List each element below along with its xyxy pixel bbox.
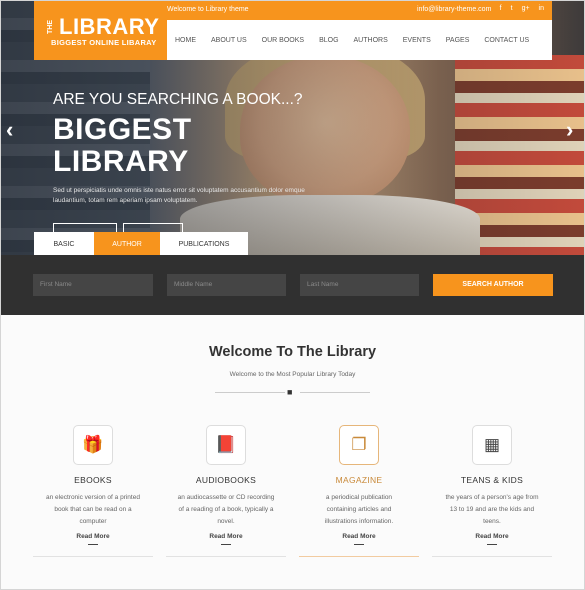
read-more-link[interactable]: Read More bbox=[166, 533, 286, 540]
category-description: the years of a person's age from 13 to 19… bbox=[445, 494, 539, 525]
twitter-icon[interactable]: t bbox=[511, 5, 513, 12]
calculator-icon: ▦ bbox=[472, 425, 512, 465]
hero-headline-line-1: BIGGEST bbox=[53, 113, 192, 146]
logo-the: THE bbox=[47, 20, 54, 34]
gift-icon: 🎁 bbox=[73, 425, 113, 465]
category-title[interactable]: TEANS & KIDS bbox=[432, 475, 552, 485]
tab-publications[interactable]: PUBLICATIONS bbox=[160, 232, 248, 256]
welcome-subtitle: Welcome to the Most Popular Library Toda… bbox=[229, 371, 356, 378]
read-more-link[interactable]: Read More bbox=[33, 533, 153, 540]
contact-email[interactable]: info@library-theme.com bbox=[417, 6, 491, 13]
nav-blog[interactable]: BLOG bbox=[319, 37, 338, 44]
hero-description: Sed ut perspiciatis unde omnis iste natu… bbox=[53, 187, 305, 204]
welcome-title: Welcome To The Library bbox=[208, 344, 377, 360]
search-author-button[interactable]: SEARCH AUTHOR bbox=[433, 274, 553, 296]
card-divider bbox=[432, 556, 552, 557]
slider-prev-arrow-icon[interactable]: ‹ bbox=[6, 117, 13, 143]
copy-icon: ❐ bbox=[339, 425, 379, 465]
slider-next-arrow-icon[interactable]: › bbox=[566, 117, 573, 143]
card-divider bbox=[166, 556, 286, 557]
nav-events[interactable]: EVENTS bbox=[403, 37, 431, 44]
logo-name: LIBRARY bbox=[59, 14, 160, 39]
category-title[interactable]: EBOOKS bbox=[33, 475, 153, 485]
category-card-magazine: ❐ MAGAZINE a periodical publication conta… bbox=[299, 425, 419, 545]
category-title[interactable]: AUDIOBOOKS bbox=[166, 475, 286, 485]
site-logo[interactable]: THE LIBRARY BIGGEST ONLINE LIBARAY bbox=[34, 0, 167, 60]
read-more-link[interactable]: Read More bbox=[299, 533, 419, 540]
nav-about-us[interactable]: ABOUT US bbox=[211, 37, 247, 44]
first-name-field[interactable]: First Name bbox=[33, 274, 153, 296]
hero-headline: BIGGEST LIBRARY bbox=[53, 114, 192, 178]
hero-headline-line-2: LIBRARY bbox=[53, 145, 189, 178]
read-more-link[interactable]: Read More bbox=[432, 533, 552, 540]
last-name-field[interactable]: Last Name bbox=[300, 274, 419, 296]
logo-tagline: BIGGEST ONLINE LIBARAY bbox=[51, 38, 157, 47]
search-tabs: BASIC AUTHOR PUBLICATIONS bbox=[34, 232, 248, 256]
nav-pages[interactable]: PAGES bbox=[446, 37, 470, 44]
divider-left bbox=[215, 392, 285, 393]
hero-question: ARE YOU SEARCHING A BOOK...? bbox=[53, 91, 303, 108]
book-icon: 📕 bbox=[206, 425, 246, 465]
category-description: an audiocassette or CD recording of a rea… bbox=[177, 494, 275, 525]
google-plus-icon[interactable]: g+ bbox=[522, 5, 530, 12]
card-divider bbox=[299, 556, 419, 557]
top-info-bar: Welcome to Library theme info@library-th… bbox=[167, 0, 552, 20]
category-description: a periodical publication containing artic… bbox=[324, 494, 394, 525]
author-search-bar: First Name Middle Name Last Name SEARCH … bbox=[0, 255, 585, 315]
tab-author[interactable]: AUTHOR bbox=[94, 232, 160, 256]
main-navigation: HOME ABOUT US OUR BOOKS BLOG AUTHORS EVE… bbox=[167, 20, 552, 60]
divider-right bbox=[300, 392, 370, 393]
facebook-icon[interactable]: f bbox=[500, 5, 502, 12]
welcome-text: Welcome to Library theme bbox=[167, 6, 249, 13]
linkedin-icon[interactable]: in bbox=[539, 5, 544, 12]
nav-authors[interactable]: AUTHORS bbox=[354, 37, 388, 44]
category-card-audiobooks: 📕 AUDIOBOOKS an audiocassette or CD reco… bbox=[166, 425, 286, 545]
category-card-ebooks: 🎁 EBOOKS an electronic version of a prin… bbox=[33, 425, 153, 545]
category-description: an electronic version of a printed book t… bbox=[46, 494, 140, 525]
category-title[interactable]: MAGAZINE bbox=[299, 475, 419, 485]
tab-basic[interactable]: BASIC bbox=[34, 232, 94, 256]
book-divider-icon: ■ bbox=[287, 387, 293, 397]
nav-home[interactable]: HOME bbox=[175, 37, 196, 44]
category-card-teens-kids: ▦ TEANS & KIDS the years of a person's a… bbox=[432, 425, 552, 545]
social-links: f t g+ in bbox=[500, 5, 544, 12]
card-divider bbox=[33, 556, 153, 557]
middle-name-field[interactable]: Middle Name bbox=[167, 274, 286, 296]
nav-our-books[interactable]: OUR BOOKS bbox=[262, 37, 304, 44]
nav-contact-us[interactable]: CONTACT US bbox=[484, 37, 529, 44]
